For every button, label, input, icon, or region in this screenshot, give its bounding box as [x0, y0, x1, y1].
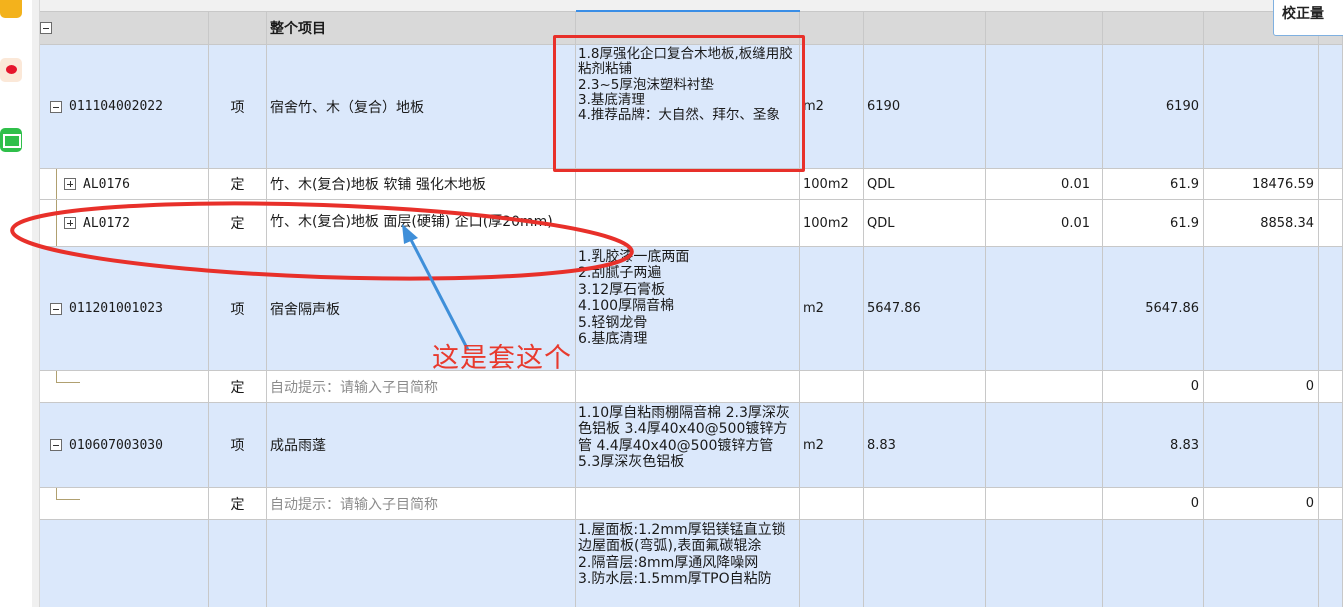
desc-cell[interactable]	[576, 200, 800, 247]
folder-app-icon[interactable]	[0, 0, 22, 18]
weibo-app-icon[interactable]	[0, 58, 22, 82]
unit-cell[interactable]	[800, 488, 864, 520]
desc-cell[interactable]	[576, 371, 800, 403]
name-input-hint[interactable]: 自动提示：请输入子目简称	[267, 488, 576, 520]
desc-cell[interactable]	[576, 169, 800, 200]
price-cell[interactable]: 18476.59	[1204, 169, 1319, 200]
name-cell[interactable]	[267, 520, 576, 607]
code-cell[interactable]	[40, 520, 209, 607]
type-cell[interactable]	[209, 520, 267, 607]
annotation-text: 这是套这个	[432, 343, 572, 374]
name-cell[interactable]: 成品雨蓬	[267, 403, 576, 488]
code-cell[interactable]: 011104002022	[40, 45, 209, 169]
table-row[interactable]: 定 自动提示：请输入子目简称 0 0	[40, 488, 1343, 520]
collapse-icon[interactable]	[50, 100, 62, 113]
project-title: 整个项目	[267, 12, 576, 45]
unit-cell[interactable]	[800, 520, 864, 607]
collapse-icon[interactable]	[50, 302, 62, 315]
qty-cell[interactable]: 5647.86	[864, 247, 986, 371]
qty-cell[interactable]	[864, 520, 986, 607]
qty-cell[interactable]	[864, 488, 986, 520]
coef-cell[interactable]	[986, 247, 1103, 371]
expand-icon[interactable]	[64, 178, 76, 190]
desc-cell[interactable]: 1.10厚自粘雨棚隔音棉 2.3厚深灰色铝板 3.4厚40x40@500镀锌方管…	[576, 403, 800, 488]
coef-cell[interactable]	[986, 403, 1103, 488]
unit-cell[interactable]: 100m2	[800, 169, 864, 200]
name-input-hint[interactable]: 自动提示：请输入子目简称	[267, 371, 576, 403]
table-row[interactable]: AL0172 定 竹、木(复合)地板 面层(硬铺) 企口(厚20mm) 100m…	[40, 200, 1343, 247]
code-cell[interactable]: AL0176	[40, 169, 209, 200]
total-cell[interactable]	[1103, 520, 1204, 607]
price-cell[interactable]	[1204, 520, 1319, 607]
total-cell[interactable]: 61.9	[1103, 200, 1204, 247]
code-cell[interactable]: 011201001023	[40, 247, 209, 371]
coef-cell[interactable]	[986, 45, 1103, 169]
coef-cell[interactable]: 0.01	[986, 200, 1103, 247]
coef-cell[interactable]	[986, 488, 1103, 520]
qty-cell[interactable]: QDL	[864, 169, 986, 200]
price-cell[interactable]	[1204, 403, 1319, 488]
table-row[interactable]: 1.屋面板:1.2mm厚铝镁锰直立锁边屋面板(弯弧),表面氟碳辊涂 2.隔音层:…	[40, 520, 1343, 607]
desc-cell[interactable]: 1.屋面板:1.2mm厚铝镁锰直立锁边屋面板(弯弧),表面氟碳辊涂 2.隔音层:…	[576, 520, 800, 607]
coef-cell[interactable]	[986, 520, 1103, 607]
qty-cell[interactable]: 6190	[864, 45, 986, 169]
code-cell[interactable]	[40, 488, 209, 520]
coef-cell[interactable]: 0.01	[986, 169, 1103, 200]
project-collapse[interactable]	[40, 12, 209, 45]
type-cell[interactable]: 项	[209, 45, 267, 169]
collapse-icon[interactable]	[40, 22, 52, 34]
grid-row-indicator-strip	[32, 0, 40, 607]
unit-cell[interactable]: m2	[800, 45, 864, 169]
type-cell[interactable]: 项	[209, 403, 267, 488]
mail-app-icon[interactable]	[0, 128, 22, 152]
total-cell[interactable]: 0	[1103, 371, 1204, 403]
type-cell[interactable]: 定	[209, 488, 267, 520]
code-cell[interactable]	[40, 371, 209, 403]
name-cell[interactable]: 宿舍竹、木（复合）地板	[267, 45, 576, 169]
corner-popup[interactable]: 校正量	[1273, 0, 1343, 36]
code-cell[interactable]: AL0172	[40, 200, 209, 247]
desc-cell[interactable]	[576, 488, 800, 520]
price-cell[interactable]: 0	[1204, 488, 1319, 520]
price-cell[interactable]: 8858.34	[1204, 200, 1319, 247]
total-cell[interactable]: 61.9	[1103, 169, 1204, 200]
selected-column-header[interactable]	[576, 0, 800, 12]
unit-cell[interactable]: m2	[800, 403, 864, 488]
price-cell[interactable]	[1204, 247, 1319, 371]
grid-header	[40, 0, 1343, 12]
qty-cell[interactable]: QDL	[864, 200, 986, 247]
price-cell[interactable]	[1204, 45, 1319, 169]
table-row[interactable]: 010607003030 项 成品雨蓬 1.10厚自粘雨棚隔音棉 2.3厚深灰色…	[40, 403, 1343, 488]
table-row[interactable]: AL0176 定 竹、木(复合)地板 软铺 强化木地板 100m2 QDL 0.…	[40, 169, 1343, 200]
total-cell[interactable]: 8.83	[1103, 403, 1204, 488]
code-cell[interactable]: 010607003030	[40, 403, 209, 488]
type-cell[interactable]: 定	[209, 200, 267, 247]
total-cell[interactable]: 0	[1103, 488, 1204, 520]
type-cell[interactable]: 定	[209, 371, 267, 403]
name-cell[interactable]: 竹、木(复合)地板 软铺 强化木地板	[267, 169, 576, 200]
total-cell[interactable]: 5647.86	[1103, 247, 1204, 371]
left-dock	[0, 0, 32, 607]
coef-cell[interactable]	[986, 371, 1103, 403]
type-cell[interactable]: 项	[209, 247, 267, 371]
desc-cell[interactable]: 1.乳胶漆一底两面 2.刮腻子两遍 3.12厚石膏板 4.100厚隔音棉 5.轻…	[576, 247, 800, 371]
highlight-box	[553, 35, 805, 172]
collapse-icon[interactable]	[50, 439, 62, 451]
unit-cell[interactable]: m2	[800, 247, 864, 371]
unit-cell[interactable]: 100m2	[800, 200, 864, 247]
table-row[interactable]: 定 自动提示：请输入子目简称 0 0	[40, 371, 1343, 403]
table-row[interactable]: 011201001023 项 宿舍隔声板 1.乳胶漆一底两面 2.刮腻子两遍 3…	[40, 247, 1343, 371]
type-cell[interactable]: 定	[209, 169, 267, 200]
name-cell[interactable]: 竹、木(复合)地板 面层(硬铺) 企口(厚20mm)	[267, 200, 576, 247]
qty-cell[interactable]	[864, 371, 986, 403]
unit-cell[interactable]	[800, 371, 864, 403]
price-cell[interactable]: 0	[1204, 371, 1319, 403]
expand-icon[interactable]	[64, 217, 76, 229]
qty-cell[interactable]: 8.83	[864, 403, 986, 488]
total-cell[interactable]: 6190	[1103, 45, 1204, 169]
